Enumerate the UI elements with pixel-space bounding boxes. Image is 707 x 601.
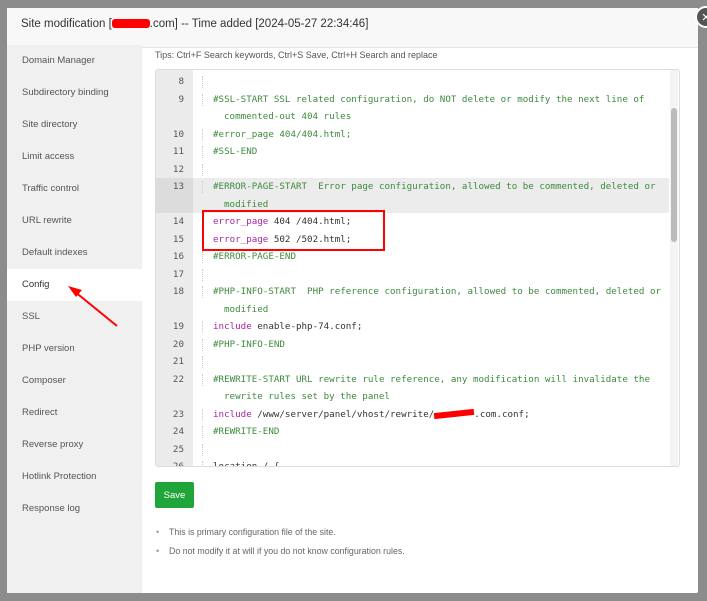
- arrow-annotation: [68, 286, 118, 327]
